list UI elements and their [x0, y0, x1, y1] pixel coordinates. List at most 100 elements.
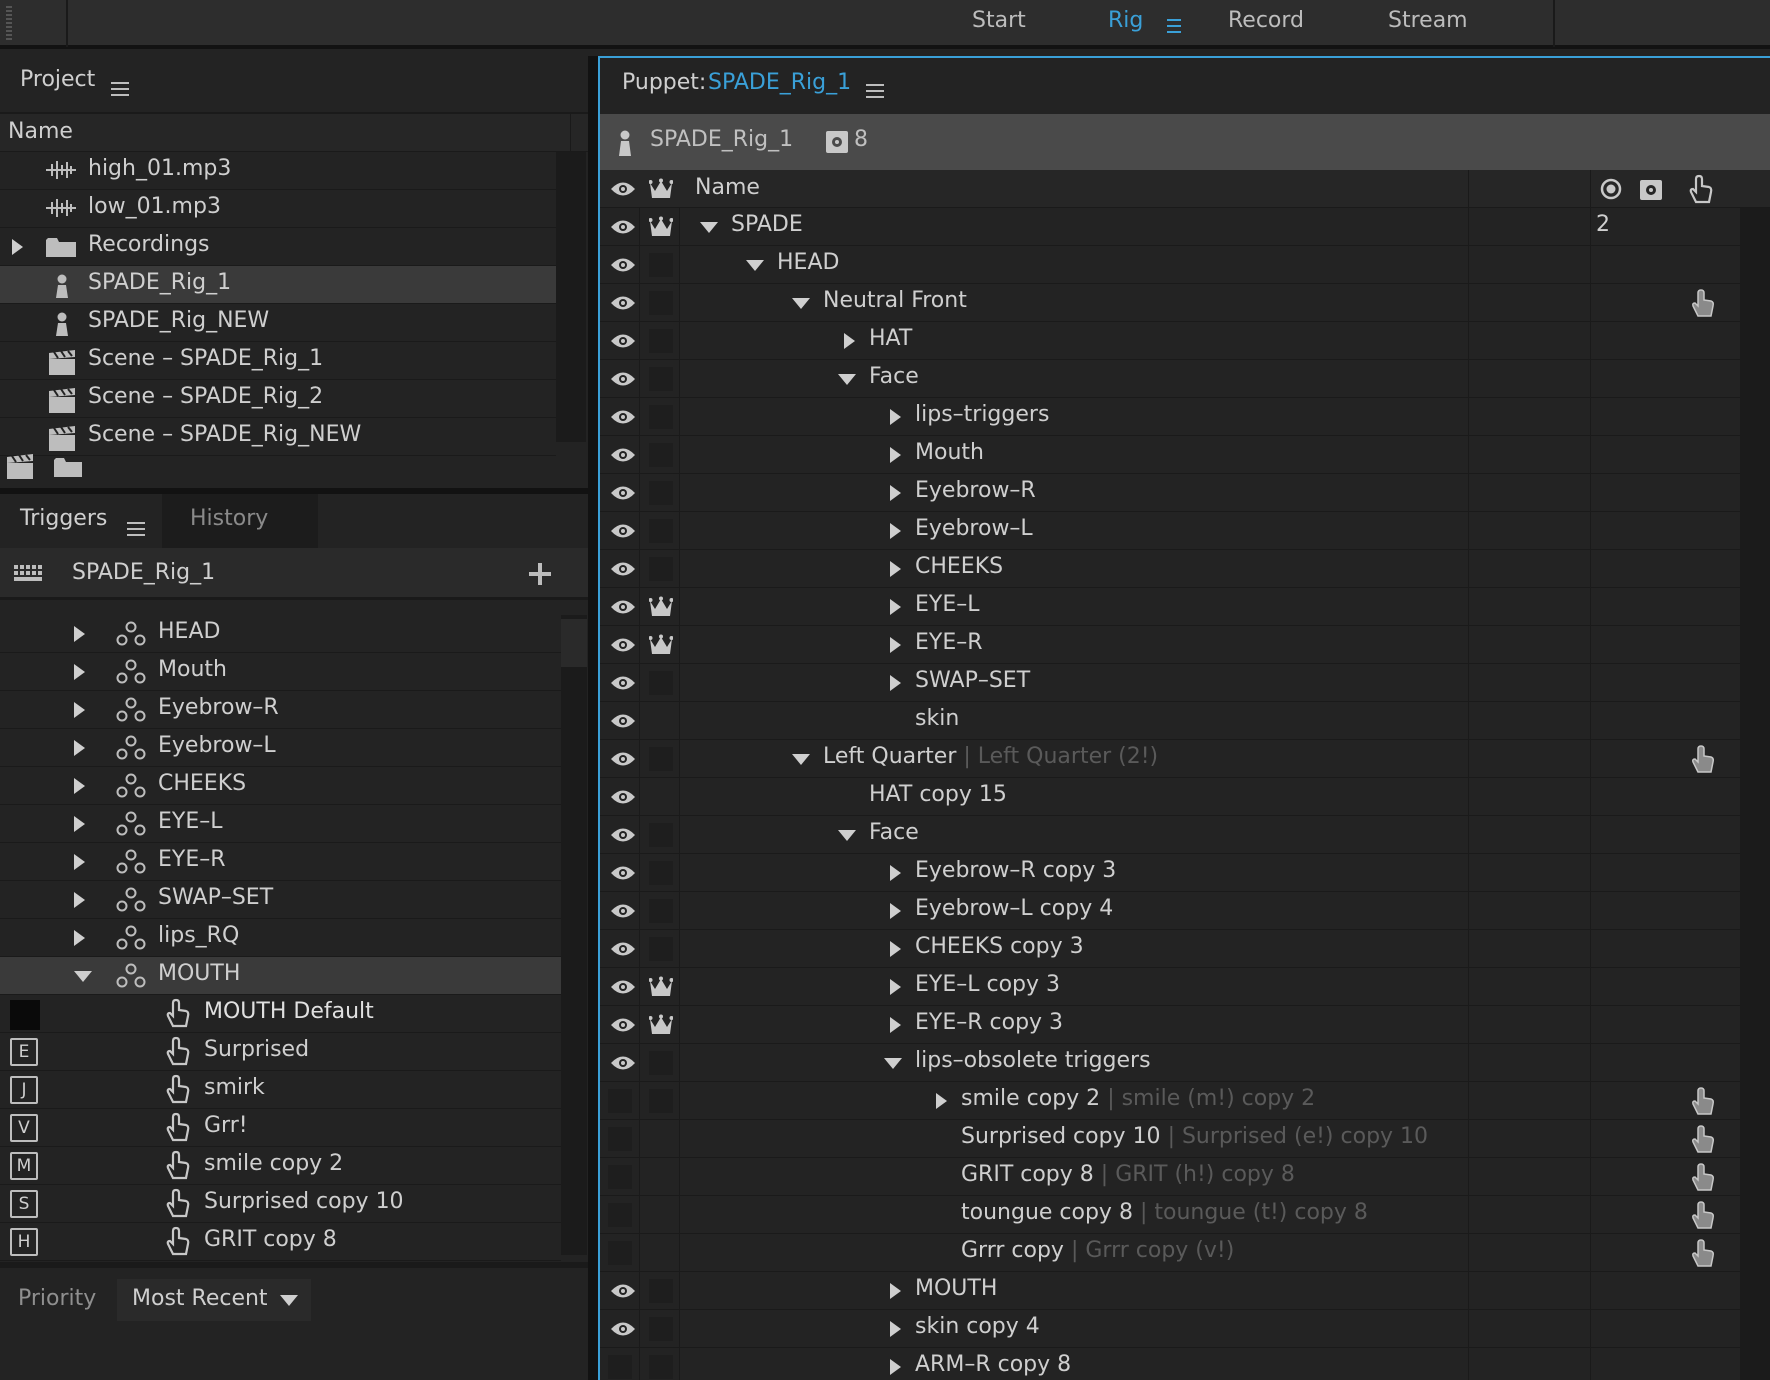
expand-icon[interactable] — [890, 409, 901, 425]
expand-icon[interactable] — [890, 447, 901, 463]
visibility-toggle[interactable] — [608, 1355, 632, 1379]
puppet-tree-row[interactable]: HAT copy 15 — [600, 778, 1740, 816]
collapse-icon[interactable] — [746, 260, 764, 271]
visibility-toggle[interactable] — [608, 1127, 632, 1151]
puppet-tree-row[interactable]: ARM–R copy 8 — [600, 1348, 1740, 1380]
project-scrollbar[interactable] — [556, 152, 586, 442]
trigger-item[interactable]: E Surprised — [0, 1033, 561, 1071]
expand-icon[interactable] — [74, 816, 85, 832]
visibility-eye-icon[interactable] — [610, 370, 636, 388]
trigger-item[interactable]: S Surprised copy 10 — [0, 1185, 561, 1223]
trigger-key[interactable]: J — [10, 1076, 38, 1104]
expand-icon[interactable] — [936, 1093, 947, 1109]
puppet-tree-row[interactable]: MOUTH — [600, 1272, 1740, 1310]
new-scene-icon[interactable] — [6, 454, 34, 480]
project-menu-icon[interactable] — [111, 78, 129, 103]
independent-toggle[interactable] — [649, 1279, 673, 1303]
independent-toggle[interactable] — [649, 557, 673, 581]
expand-icon[interactable] — [890, 1283, 901, 1299]
visibility-eye-icon[interactable] — [610, 408, 636, 426]
expand-icon[interactable] — [890, 1359, 901, 1375]
project-item[interactable]: Scene – SPADE_Rig_2 — [0, 380, 556, 418]
independent-toggle[interactable] — [649, 367, 673, 391]
independent-toggle[interactable] — [649, 405, 673, 429]
trigger-item[interactable]: Jsmirk — [0, 1071, 561, 1109]
trigger-group[interactable]: HEAD — [0, 615, 561, 653]
trigger-key[interactable]: S — [10, 1190, 38, 1218]
independent-toggle[interactable] — [649, 519, 673, 543]
puppet-tree-row[interactable]: skin copy 4 — [600, 1310, 1740, 1348]
tab-rig[interactable]: Rig — [1108, 8, 1143, 33]
expand-icon[interactable] — [890, 1321, 901, 1337]
collapse-icon[interactable] — [700, 222, 718, 233]
visibility-eye-icon[interactable] — [610, 864, 636, 882]
puppet-menu-icon[interactable] — [866, 80, 884, 105]
tab-stream[interactable]: Stream — [1388, 8, 1468, 33]
independent-toggle[interactable] — [649, 253, 673, 277]
puppet-tree-row[interactable]: Left Quarter | Left Quarter (2!) — [600, 740, 1740, 778]
puppet-tree-row[interactable]: CHEEKS copy 3 — [600, 930, 1740, 968]
triggers-menu-icon[interactable] — [127, 518, 145, 543]
independent-toggle[interactable] — [649, 1355, 673, 1379]
trigger-key-empty[interactable] — [10, 1000, 40, 1030]
expand-icon[interactable] — [890, 637, 901, 653]
project-item[interactable]: SPADE_Rig_1 — [0, 266, 556, 304]
puppet-tree-row[interactable]: toungue copy 8 | toungue (t!) copy 8 — [600, 1196, 1740, 1234]
expand-icon[interactable] — [844, 333, 855, 349]
collapse-icon[interactable] — [74, 971, 92, 982]
visibility-eye-icon[interactable] — [610, 636, 636, 654]
collapse-icon[interactable] — [884, 1058, 902, 1069]
expand-icon[interactable] — [74, 778, 85, 794]
trigger-group[interactable]: Eyebrow–L — [0, 729, 561, 767]
expand-icon[interactable] — [890, 599, 901, 615]
visibility-toggle[interactable] — [608, 1241, 632, 1265]
independent-toggle[interactable] — [649, 443, 673, 467]
visibility-eye-icon[interactable] — [610, 788, 636, 806]
puppet-tree-row[interactable]: Grrr copy | Grrr copy (v!) — [600, 1234, 1740, 1272]
trigger-group[interactable]: Eyebrow–R — [0, 691, 561, 729]
project-item[interactable]: SPADE_Rig_NEW — [0, 304, 556, 342]
add-trigger-icon[interactable] — [529, 563, 551, 585]
independent-toggle[interactable] — [649, 937, 673, 961]
expand-icon[interactable] — [74, 892, 85, 908]
visibility-eye-icon[interactable] — [610, 256, 636, 274]
puppet-scrollbar[interactable] — [1740, 208, 1770, 1380]
expand-icon[interactable] — [890, 903, 901, 919]
project-item[interactable]: Scene – SPADE_Rig_1 — [0, 342, 556, 380]
trigger-key[interactable]: V — [10, 1114, 38, 1142]
expand-icon[interactable] — [74, 664, 85, 680]
visibility-eye-icon[interactable] — [610, 674, 636, 692]
tab-start[interactable]: Start — [972, 8, 1026, 33]
visibility-eye-icon[interactable] — [610, 750, 636, 768]
collapse-icon[interactable] — [792, 754, 810, 765]
visibility-eye-icon[interactable] — [610, 940, 636, 958]
visibility-eye-icon[interactable] — [610, 712, 636, 730]
independent-toggle[interactable] — [649, 329, 673, 353]
crown-icon[interactable] — [649, 216, 673, 238]
crown-icon[interactable] — [649, 634, 673, 656]
visibility-eye-icon[interactable] — [610, 902, 636, 920]
tab-history[interactable]: History — [162, 494, 318, 548]
tab-record[interactable]: Record — [1228, 8, 1304, 33]
independent-toggle[interactable] — [649, 861, 673, 885]
trigger-item[interactable]: V Grr! — [0, 1109, 561, 1147]
tab-triggers[interactable]: Triggers — [20, 506, 107, 531]
independent-toggle[interactable] — [649, 671, 673, 695]
independent-toggle[interactable] — [649, 1051, 673, 1075]
puppet-tree-row[interactable]: SPADE 2 — [600, 208, 1740, 246]
visibility-eye-icon[interactable] — [610, 1016, 636, 1034]
visibility-toggle[interactable] — [608, 1203, 632, 1227]
puppet-tree-row[interactable]: Eyebrow–R copy 3 — [600, 854, 1740, 892]
project-item[interactable]: high_01.mp3 — [0, 152, 556, 190]
project-item[interactable]: Scene – SPADE_Rig_NEW — [0, 418, 556, 456]
expand-icon[interactable] — [890, 865, 901, 881]
new-folder-icon[interactable] — [54, 456, 82, 478]
visibility-toggle[interactable] — [608, 1165, 632, 1189]
project-item[interactable]: low_01.mp3 — [0, 190, 556, 228]
independent-toggle[interactable] — [649, 899, 673, 923]
independent-toggle[interactable] — [649, 1317, 673, 1341]
independent-toggle[interactable] — [649, 823, 673, 847]
visibility-eye-icon[interactable] — [610, 1320, 636, 1338]
rig-menu-icon[interactable] — [1167, 15, 1181, 40]
puppet-tree-row[interactable]: Face — [600, 816, 1740, 854]
